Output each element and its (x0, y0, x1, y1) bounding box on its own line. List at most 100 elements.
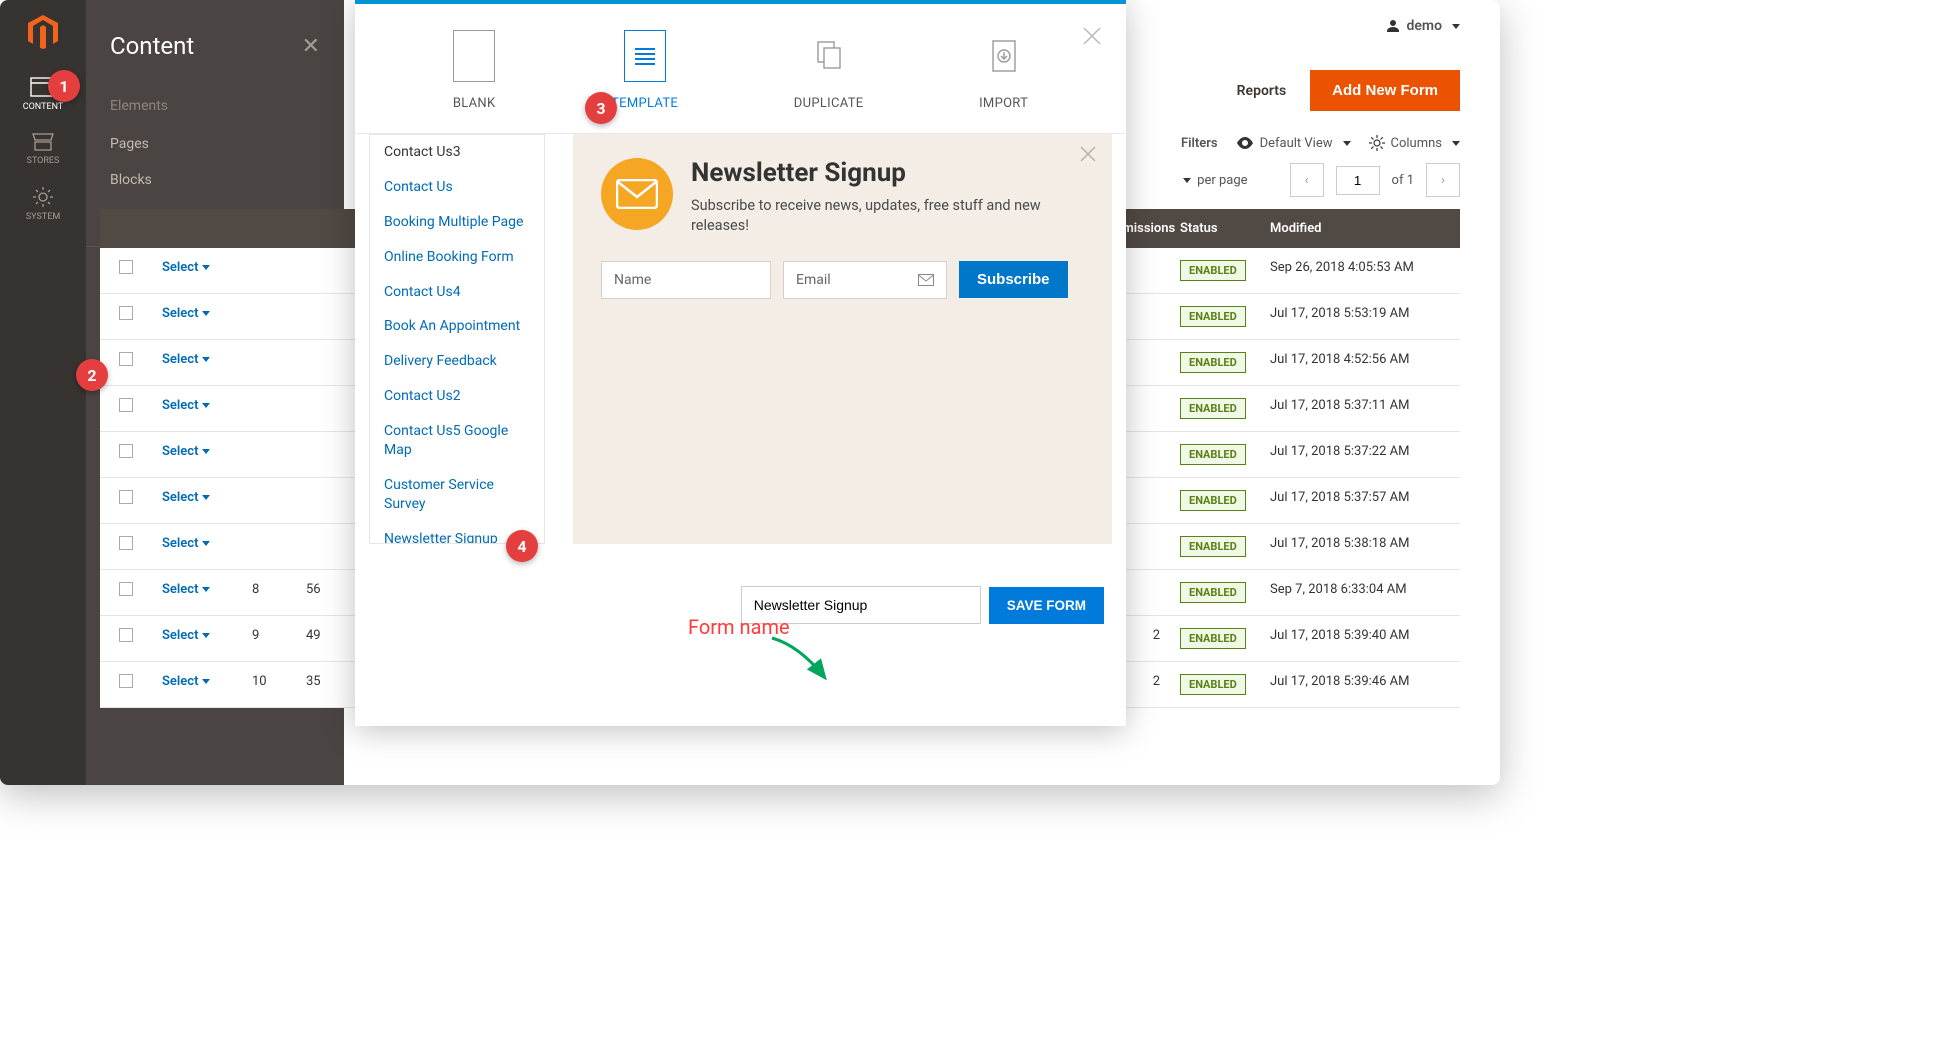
system-icon (32, 186, 54, 208)
row-select[interactable]: Select (152, 662, 242, 707)
template-item[interactable]: Book An Appointment (370, 309, 544, 344)
submenu-close-icon[interactable]: ✕ (302, 34, 320, 59)
tab-blank-label: BLANK (453, 96, 496, 111)
row-modified: Jul 17, 2018 5:39:40 AM (1260, 616, 1460, 661)
submenu-pages[interactable]: Pages (86, 126, 344, 162)
save-form-button[interactable]: SAVE FORM (989, 587, 1104, 624)
reports-link[interactable]: Reports (1237, 83, 1287, 99)
row-select[interactable]: Select (152, 570, 242, 615)
mail-icon (601, 158, 673, 230)
subscribe-button[interactable]: Subscribe (959, 261, 1068, 298)
row-status: ENABLED (1170, 616, 1260, 661)
chevron-down-icon (1452, 24, 1460, 29)
row-modified: Jul 17, 2018 5:37:22 AM (1260, 432, 1460, 477)
annotation-marker-3: 3 (585, 92, 617, 124)
row-select[interactable]: Select (152, 294, 242, 339)
row-checkbox[interactable] (119, 306, 133, 320)
tab-import[interactable]: IMPORT (979, 30, 1028, 111)
tab-duplicate[interactable]: DUPLICATE (794, 30, 864, 111)
row-views (296, 524, 360, 569)
template-preview: Newsletter Signup Subscribe to receive n… (573, 134, 1112, 544)
row-views (296, 386, 360, 431)
row-modified: Jul 17, 2018 5:53:19 AM (1260, 294, 1460, 339)
account-menu[interactable]: demo (1385, 18, 1461, 34)
row-select[interactable]: Select (152, 386, 242, 431)
preview-title: Newsletter Signup (691, 158, 1071, 188)
template-item[interactable]: Contact Us5 Google Map (370, 414, 544, 468)
rail-stores[interactable]: STORES (0, 122, 86, 176)
chevron-down-icon[interactable] (1183, 178, 1191, 183)
row-checkbox[interactable] (119, 398, 133, 412)
template-item[interactable]: Contact Us2 (370, 379, 544, 414)
row-status: ENABLED (1170, 294, 1260, 339)
row-checkbox[interactable] (119, 674, 133, 688)
page-input[interactable] (1336, 166, 1380, 195)
group-elements: Elements (86, 86, 344, 126)
template-list[interactable]: Contact Us3Contact UsBooking Multiple Pa… (369, 134, 545, 544)
row-select[interactable]: Select (152, 524, 242, 569)
rail-stores-label: STORES (27, 156, 60, 166)
row-checkbox[interactable] (119, 582, 133, 596)
row-status: ENABLED (1170, 570, 1260, 615)
default-view-button[interactable]: Default View (1236, 136, 1351, 151)
template-item[interactable]: Contact Us (370, 170, 544, 205)
rail-system[interactable]: SYSTEM (0, 176, 86, 232)
template-item[interactable]: Contact Us4 (370, 275, 544, 310)
submenu-blocks[interactable]: Blocks (86, 162, 344, 198)
preview-email-input[interactable]: Email (783, 261, 947, 299)
row-status: ENABLED (1170, 248, 1260, 293)
row-select[interactable]: Select (152, 432, 242, 477)
row-id: 9 (242, 616, 296, 661)
tab-duplicate-label: DUPLICATE (794, 96, 864, 111)
admin-rail: CONTENT 3 STORES SYSTEM (0, 0, 86, 785)
rail-system-label: SYSTEM (26, 212, 60, 222)
row-id: 10 (242, 662, 296, 707)
row-modified: Sep 7, 2018 6:33:04 AM (1260, 570, 1460, 615)
prev-page-button[interactable]: ‹ (1290, 163, 1324, 197)
col-status[interactable]: Status (1170, 209, 1260, 248)
row-checkbox[interactable] (119, 444, 133, 458)
row-status: ENABLED (1170, 524, 1260, 569)
row-modified: Jul 17, 2018 4:52:56 AM (1260, 340, 1460, 385)
modal-tabs: BLANK TEMPLATE DUPLICATE IMPORT (355, 4, 1126, 134)
magento-logo (25, 14, 61, 50)
annotation-marker-2: 2 (76, 359, 108, 391)
stores-icon (31, 132, 55, 152)
row-checkbox[interactable] (119, 628, 133, 642)
tab-blank[interactable]: BLANK (453, 30, 496, 111)
modal-close-icon[interactable] (1080, 24, 1104, 52)
next-page-button[interactable]: › (1426, 163, 1460, 197)
row-select[interactable]: Select (152, 340, 242, 385)
rail-content-label: CONTENT (23, 102, 64, 112)
row-modified: Jul 17, 2018 5:39:46 AM (1260, 662, 1460, 707)
row-checkbox[interactable] (119, 260, 133, 274)
template-item[interactable]: Online Booking Form (370, 240, 544, 275)
columns-label: Columns (1391, 136, 1443, 151)
row-select[interactable]: Select (152, 478, 242, 523)
template-item[interactable]: Customer Service Survey (370, 468, 544, 522)
col-modified[interactable]: Modified (1260, 209, 1460, 248)
row-modified: Jul 17, 2018 5:37:57 AM (1260, 478, 1460, 523)
preview-close-icon[interactable] (1078, 144, 1098, 168)
template-item[interactable]: Delivery Feedback (370, 344, 544, 379)
submenu-pages-label: Pages (110, 136, 149, 152)
row-select[interactable]: Select (152, 248, 242, 293)
filters-button[interactable]: Filters (1181, 136, 1218, 151)
template-item[interactable]: Booking Multiple Page (370, 205, 544, 240)
chevron-down-icon (1452, 141, 1460, 146)
add-new-form-button[interactable]: Add New Form (1310, 70, 1460, 111)
row-views (296, 294, 360, 339)
tab-template[interactable]: TEMPLATE (611, 30, 678, 111)
annotation-marker-1: 1 (48, 70, 80, 102)
columns-button[interactable]: Columns (1369, 135, 1461, 151)
row-status: ENABLED (1170, 478, 1260, 523)
row-id (242, 294, 296, 339)
template-item[interactable]: Contact Us3 (370, 135, 544, 170)
row-checkbox[interactable] (119, 490, 133, 504)
row-checkbox[interactable] (119, 536, 133, 550)
tab-import-label: IMPORT (979, 96, 1028, 111)
preview-name-input[interactable]: Name (601, 261, 771, 299)
row-checkbox[interactable] (119, 352, 133, 366)
annotation-arrow (770, 636, 840, 686)
row-select[interactable]: Select (152, 616, 242, 661)
